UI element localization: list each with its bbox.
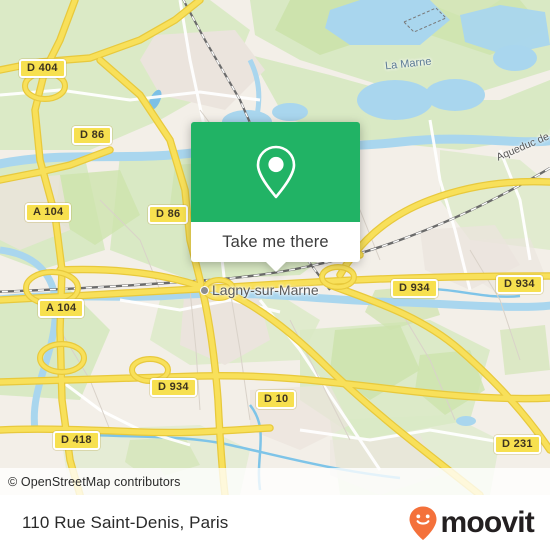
- moovit-wordmark: moovit: [440, 505, 534, 539]
- osm-attribution-bar: © OpenStreetMap contributors: [0, 468, 550, 495]
- moovit-logo[interactable]: moovit: [408, 505, 535, 541]
- address-label: 110 Rue Saint-Denis, Paris: [22, 512, 229, 532]
- city-dot-marker: [200, 286, 209, 295]
- road-shield-d934-east1[interactable]: D 934: [391, 279, 438, 298]
- road-shield-d404[interactable]: D 404: [19, 59, 66, 78]
- osm-attribution-text: © OpenStreetMap contributors: [8, 474, 181, 489]
- road-shield-a104-north[interactable]: A 104: [25, 203, 72, 222]
- road-shield-a104-south[interactable]: A 104: [38, 299, 85, 318]
- bottom-info-bar: 110 Rue Saint-Denis, Paris moovit: [0, 495, 550, 550]
- map-pin-icon: [254, 144, 298, 200]
- callout-action-area[interactable]: Take me there: [191, 222, 360, 272]
- road-shield-d418[interactable]: D 418: [53, 431, 100, 450]
- road-shield-d231[interactable]: D 231: [494, 435, 541, 454]
- moovit-smiley-pin-icon: [408, 505, 438, 541]
- road-shield-d86-north[interactable]: D 86: [72, 126, 113, 145]
- road-shield-d934-east2[interactable]: D 934: [496, 275, 543, 294]
- road-shield-d934-south[interactable]: D 934: [150, 378, 197, 397]
- road-shield-d10[interactable]: D 10: [256, 390, 297, 409]
- callout-pointer: [264, 261, 287, 272]
- moovit-map-screen: Lagny-sur-Marne La Marne Aqueduc de la D…: [0, 0, 550, 550]
- take-me-there-callout[interactable]: Take me there: [191, 122, 360, 272]
- take-me-there-label: Take me there: [222, 232, 329, 251]
- road-shield-d86-mid[interactable]: D 86: [148, 205, 189, 224]
- place-label-lagny: Lagny-sur-Marne: [212, 282, 319, 298]
- callout-icon-area: [191, 122, 360, 222]
